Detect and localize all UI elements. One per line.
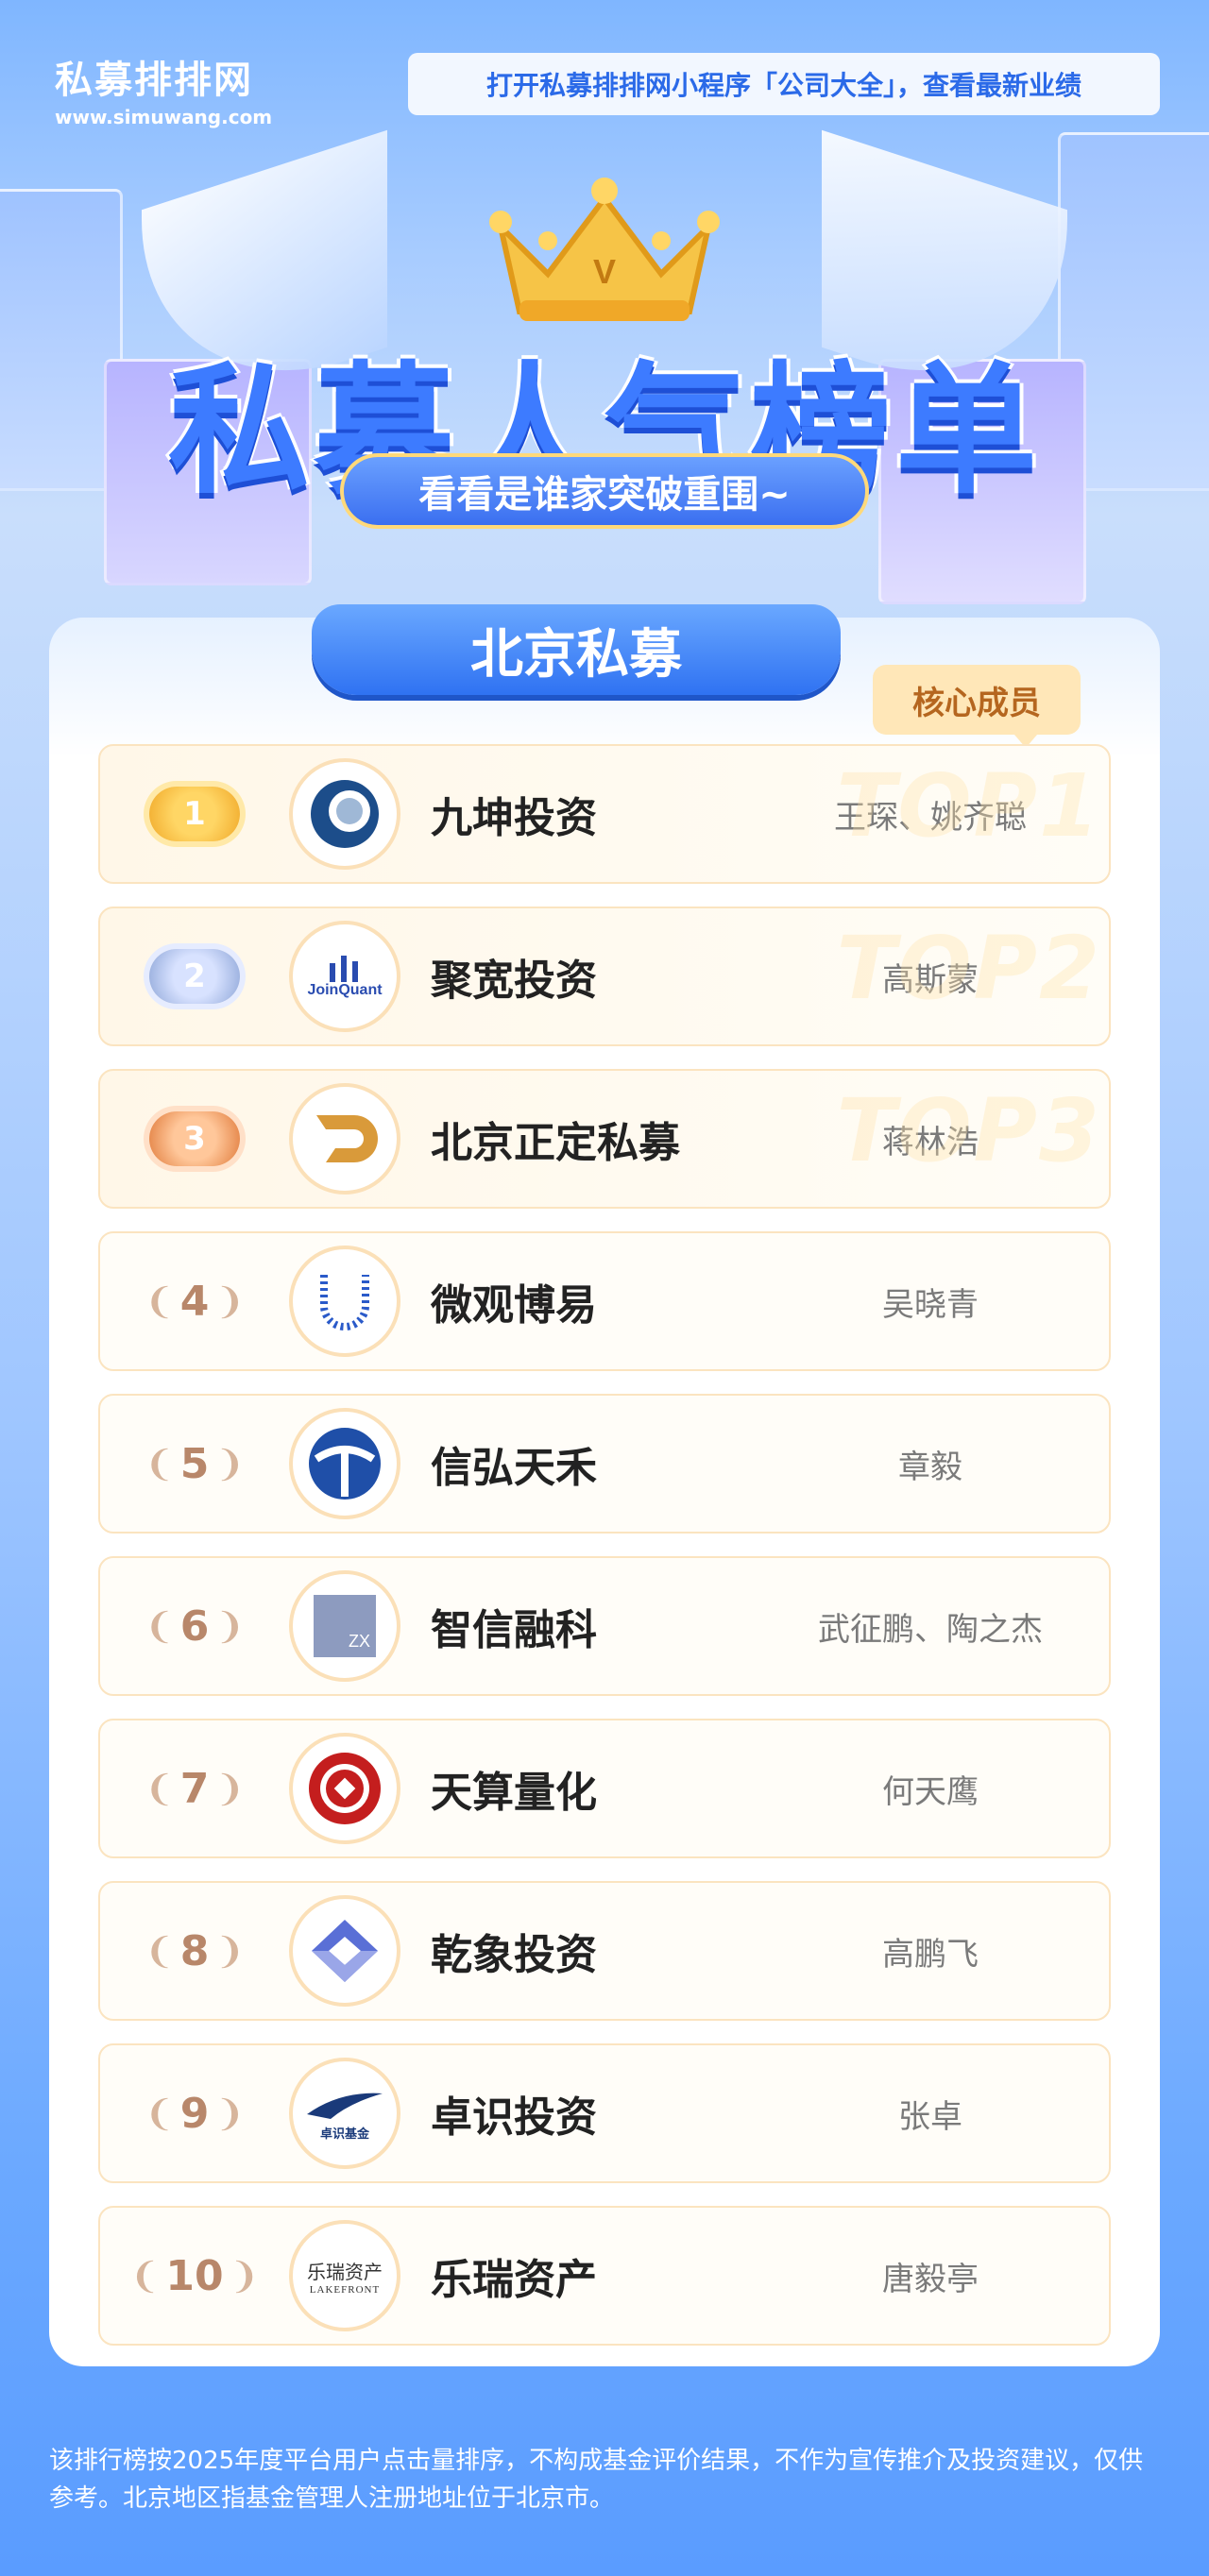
rank-badge: ❨ 8 ❩ bbox=[100, 1883, 289, 2019]
svg-text:V: V bbox=[593, 252, 616, 291]
company-name: 微观博易 bbox=[431, 1281, 597, 1330]
core-members: 武征鹏、陶之杰 bbox=[818, 1610, 1043, 1649]
brand-name: 私募排排网 bbox=[55, 59, 253, 102]
rank-number: 9 bbox=[179, 2089, 210, 2138]
company-name: 聚宽投资 bbox=[431, 957, 597, 1005]
promo-banner[interactable]: 打开私募排排网小程序「公司大全」，查看最新业绩 bbox=[408, 53, 1160, 115]
core-members: 高鹏飞 bbox=[882, 1935, 979, 1974]
ranking-row-4[interactable]: ❨ 4 ❩ 微观博易 吴晓青 bbox=[98, 1231, 1111, 1371]
company-logo-xinhong bbox=[289, 1408, 400, 1519]
logo-text: ZX bbox=[314, 1595, 376, 1657]
rank-number: 8 bbox=[179, 1926, 210, 1975]
disclaimer-footnote: 该排行榜按2025年度平台用户点击量排序，不构成基金评价结果，不作为宣传推介及投… bbox=[49, 2447, 1144, 2513]
top-watermark: TOP3 bbox=[836, 1080, 1101, 1181]
core-members: 章毅 bbox=[898, 1448, 962, 1486]
laurel-icon: ❨ 8 ❩ bbox=[144, 1926, 246, 1975]
rank-badge: ❨ 4 ❩ bbox=[100, 1233, 289, 1369]
ranking-row-5[interactable]: ❨ 5 ❩ 信弘天禾 章毅 bbox=[98, 1394, 1111, 1534]
company-logo-jiukun bbox=[289, 758, 400, 870]
rank-badge: 1 bbox=[100, 746, 289, 882]
logo-text: JoinQuant bbox=[307, 982, 383, 998]
rank-number: 7 bbox=[179, 1764, 210, 1813]
crown-icon: V bbox=[489, 178, 720, 321]
laurel-icon: ❨ 7 ❩ bbox=[144, 1764, 246, 1813]
top-watermark: TOP2 bbox=[836, 918, 1101, 1019]
region-title: 北京私募 bbox=[312, 604, 841, 695]
core-member-tag: 核心成员 bbox=[873, 665, 1081, 748]
rank-number: 6 bbox=[179, 1602, 210, 1651]
rank-badge: ❨ 7 ❩ bbox=[100, 1720, 289, 1856]
company-logo-zhixin: ZX bbox=[289, 1570, 400, 1682]
core-members: 何天鹰 bbox=[882, 1772, 979, 1811]
ranking-row-7[interactable]: ❨ 7 ❩ 天算量化 何天鹰 bbox=[98, 1719, 1111, 1858]
rank-number: 4 bbox=[179, 1277, 210, 1326]
laurel-icon: ❨ 5 ❩ bbox=[144, 1439, 246, 1488]
silver-medal-icon: 2 bbox=[149, 949, 240, 1004]
rank-badge: ❨ 10 ❩ bbox=[100, 2208, 289, 2344]
rank-number: 5 bbox=[179, 1439, 210, 1488]
ranking-row-8[interactable]: ❨ 8 ❩ 乾象投资 高鹏飞 bbox=[98, 1881, 1111, 2021]
page-subtitle: 看看是谁家突破重围~ bbox=[340, 453, 869, 529]
rank-badge: 3 bbox=[100, 1071, 289, 1207]
company-logo-weiguan bbox=[289, 1246, 400, 1357]
ranking-row-1[interactable]: TOP1 1 九坤投资 王琛、姚齐聪 bbox=[98, 744, 1111, 884]
company-name: 乾象投资 bbox=[431, 1931, 597, 1979]
top-watermark: TOP1 bbox=[836, 755, 1101, 856]
ranking-row-3[interactable]: TOP3 3 北京正定私募 蒋林浩 bbox=[98, 1069, 1111, 1209]
rank-number: 10 bbox=[165, 2251, 224, 2300]
laurel-icon: ❨ 6 ❩ bbox=[144, 1602, 246, 1651]
company-name: 信弘天禾 bbox=[431, 1444, 597, 1492]
company-logo-lerui: 乐瑞资产 LAKEFRONT bbox=[289, 2220, 400, 2331]
logo-text: 卓识基金 bbox=[319, 2127, 369, 2142]
core-members: 张卓 bbox=[898, 2097, 962, 2136]
company-logo-zhengding bbox=[289, 1083, 400, 1195]
core-members: 唐毅亭 bbox=[882, 2260, 979, 2298]
brand-url: www.simuwang.com bbox=[55, 106, 273, 128]
company-logo-qianxiang bbox=[289, 1895, 400, 2007]
laurel-icon: ❨ 10 ❩ bbox=[129, 2251, 260, 2300]
company-logo-zhuoshi: 卓识基金 bbox=[289, 2058, 400, 2169]
bronze-medal-icon: 3 bbox=[149, 1111, 240, 1166]
company-name: 九坤投资 bbox=[431, 794, 597, 842]
laurel-icon: ❨ 9 ❩ bbox=[144, 2089, 246, 2138]
company-name: 乐瑞资产 bbox=[431, 2256, 597, 2304]
gold-medal-icon: 1 bbox=[149, 787, 240, 841]
logo-text: 乐瑞资产 bbox=[307, 2260, 383, 2283]
ranking-row-10[interactable]: ❨ 10 ❩ 乐瑞资产 LAKEFRONT 乐瑞资产 唐毅亭 bbox=[98, 2206, 1111, 2346]
rank-badge: ❨ 6 ❩ bbox=[100, 1558, 289, 1694]
company-name: 天算量化 bbox=[431, 1769, 597, 1817]
logo-subtext: LAKEFRONT bbox=[309, 2283, 381, 2296]
rank-badge: ❨ 9 ❩ bbox=[100, 2045, 289, 2181]
core-members: 吴晓青 bbox=[882, 1285, 979, 1324]
rank-badge: 2 bbox=[100, 908, 289, 1044]
company-logo-tiansuan bbox=[289, 1733, 400, 1844]
company-name: 北京正定私募 bbox=[431, 1119, 680, 1167]
ranking-row-2[interactable]: TOP2 2 JoinQuant 聚宽投资 高斯蒙 bbox=[98, 907, 1111, 1046]
company-name: 智信融科 bbox=[431, 1606, 597, 1654]
rank-badge: ❨ 5 ❩ bbox=[100, 1396, 289, 1532]
ranking-row-6[interactable]: ❨ 6 ❩ ZX 智信融科 武征鹏、陶之杰 bbox=[98, 1556, 1111, 1696]
ranking-row-9[interactable]: ❨ 9 ❩ 卓识基金 卓识投资 张卓 bbox=[98, 2043, 1111, 2183]
company-name: 卓识投资 bbox=[431, 2093, 597, 2142]
brand-logo[interactable]: 私募排排网 www.simuwang.com bbox=[55, 49, 272, 128]
laurel-icon: ❨ 4 ❩ bbox=[144, 1277, 246, 1326]
company-logo-joinquant: JoinQuant bbox=[289, 921, 400, 1032]
